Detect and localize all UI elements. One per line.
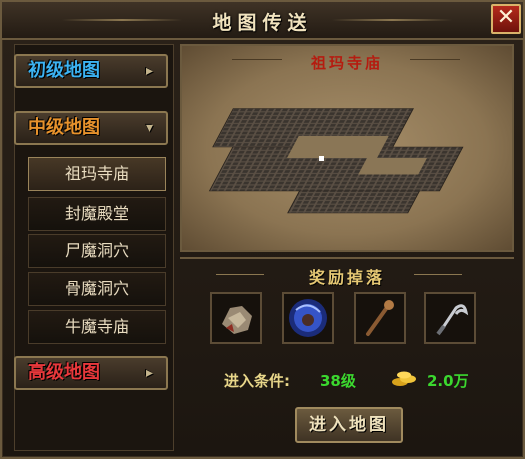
map-layout-image <box>208 108 464 214</box>
required-gold: 2.0万 <box>427 372 469 390</box>
section-divider <box>180 257 514 259</box>
entry-condition-label: 进入条件: <box>224 372 290 390</box>
category-advanced-button[interactable]: 高级地图 ▸ <box>14 356 168 390</box>
category-beginner-label: 初级地图 <box>28 60 100 81</box>
chevron-down-icon: ▾ <box>146 120 154 136</box>
gold-coin-icon <box>392 371 416 386</box>
title-ornament-right <box>332 19 452 21</box>
enter-map-button[interactable]: 进入地图 <box>295 407 403 443</box>
map-item-zombie-cave[interactable]: 尸魔洞穴 <box>28 234 166 268</box>
map-preview: 祖玛寺庙 <box>180 44 514 252</box>
reward-title: 奖励掉落 <box>308 268 385 287</box>
reward-slot-1[interactable] <box>210 292 262 344</box>
player-marker <box>319 156 324 161</box>
map-item-bull-temple[interactable]: 牛魔寺庙 <box>28 310 166 344</box>
staff-icon <box>366 300 394 336</box>
map-item-demon-hall[interactable]: 封魔殿堂 <box>28 197 166 231</box>
window-title: 地图传送 <box>212 12 313 34</box>
reward-ornament-right <box>414 274 462 275</box>
chevron-right-icon: ▸ <box>146 63 154 79</box>
reward-slot-3[interactable] <box>354 292 406 344</box>
reward-slot-2[interactable] <box>282 292 334 344</box>
close-button[interactable]: ✕ <box>491 4 521 34</box>
title-bar: 地图传送 ✕ <box>2 2 523 40</box>
chevron-right-icon: ▸ <box>146 365 154 381</box>
teleport-window: 地图传送 ✕ 初级地图 ▸ 中级地图 ▾ 祖玛寺庙 封魔殿堂 尸魔洞穴 骨魔洞穴… <box>0 0 525 459</box>
category-beginner-button[interactable]: 初级地图 ▸ <box>14 54 168 88</box>
map-item-bone-cave[interactable]: 骨魔洞穴 <box>28 272 166 306</box>
reward-slot-4[interactable] <box>424 292 476 344</box>
armor-icon <box>222 306 252 334</box>
sickle-icon <box>436 304 469 336</box>
blue-orb-icon <box>289 299 327 337</box>
category-advanced-label: 高级地图 <box>28 362 100 383</box>
map-item-zuma-temple[interactable]: 祖玛寺庙 <box>28 157 166 191</box>
category-intermediate-button[interactable]: 中级地图 ▾ <box>14 111 168 145</box>
required-level: 38级 <box>320 372 356 390</box>
category-intermediate-label: 中级地图 <box>28 117 100 138</box>
